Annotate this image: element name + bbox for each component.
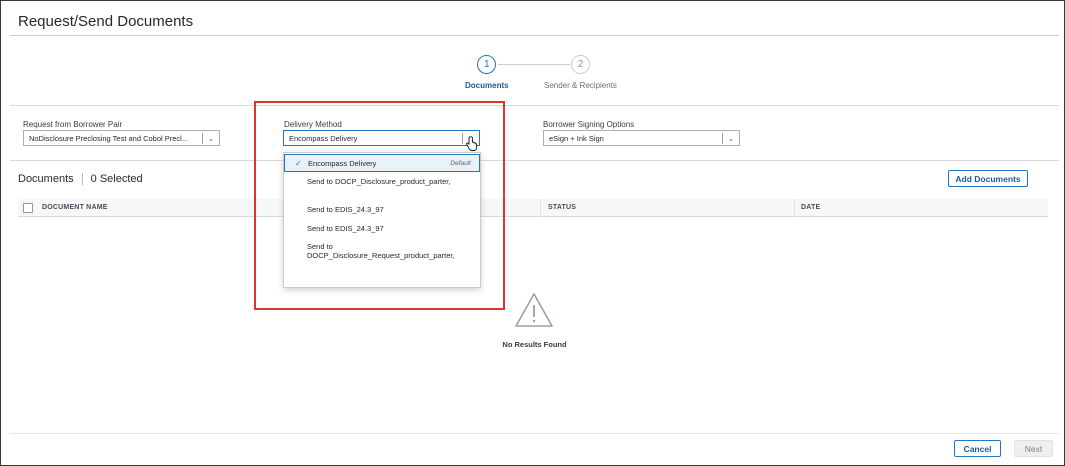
dropdown-option-edis-1[interactable]: Send to EDIS_24.3_97 (284, 205, 480, 214)
documents-title: Documents (18, 173, 74, 185)
check-icon: ✓ (295, 158, 302, 168)
empty-state-text: No Results Found (502, 340, 567, 349)
default-tag: Default (450, 159, 471, 167)
title-divider (10, 35, 1059, 36)
warning-icon (515, 293, 553, 327)
column-document-name[interactable]: DOCUMENT NAME (42, 204, 108, 211)
signing-options-label: Borrower Signing Options (543, 120, 635, 129)
step-label: Documents (465, 81, 509, 90)
step-label: Sender & Recipients (544, 81, 617, 90)
chevron-down-icon[interactable]: ⌄ (203, 134, 219, 143)
section-divider (10, 105, 1059, 106)
request-send-documents-modal: Request/Send Documents 1 Documents 2 Sen… (0, 0, 1065, 466)
borrower-pair-value: NoDisclosure Preclosing Test and Cobol P… (29, 133, 189, 143)
column-separator (540, 199, 541, 217)
footer-divider (10, 433, 1059, 434)
modal-title: Request/Send Documents (18, 13, 194, 30)
select-all-checkbox[interactable] (23, 203, 33, 213)
add-documents-button[interactable]: Add Documents (948, 170, 1028, 187)
dropdown-option-encompass-delivery[interactable]: ✓ Encompass Delivery Default (284, 154, 480, 172)
delivery-method-dropdown: ✓ Encompass Delivery Default Send to DOC… (283, 152, 481, 288)
step-number: 2 (570, 55, 590, 74)
chevron-down-icon[interactable]: ⌄ (723, 134, 739, 143)
cancel-button[interactable]: Cancel (954, 440, 1001, 457)
dropdown-option-docp-disclosure-request[interactable]: Send to DOCP_Disclosure_Request_product_… (284, 242, 474, 260)
documents-header: Documents 0 Selected (18, 173, 143, 185)
option-label: Encompass Delivery (308, 158, 377, 168)
signing-options-select[interactable]: eSign + Ink Sign ⌄ (543, 130, 740, 146)
column-separator (794, 199, 795, 217)
column-date[interactable]: DATE (801, 204, 820, 211)
column-status[interactable]: STATUS (548, 204, 576, 211)
dropdown-option-docp-disclosure[interactable]: Send to DOCP_Disclosure_product_parter, (284, 177, 464, 186)
dropdown-option-edis-2[interactable]: Send to EDIS_24.3_97 (284, 224, 480, 233)
step-sender-recipients[interactable]: 2 Sender & Recipients (544, 55, 617, 90)
header-separator (81, 173, 83, 185)
section-divider (10, 160, 1059, 161)
signing-options-value: eSign + Ink Sign (549, 133, 604, 143)
next-button[interactable]: Next (1014, 440, 1053, 457)
borrower-pair-select[interactable]: NoDisclosure Preclosing Test and Cobol P… (23, 130, 220, 146)
step-number: 1 (477, 55, 497, 74)
borrower-pair-label: Request from Borrower Pair (23, 120, 123, 129)
documents-table-header: DOCUMENT NAME STATUS DATE (18, 199, 1048, 217)
hand-pointer-icon (466, 136, 478, 151)
step-documents[interactable]: 1 Documents (465, 55, 509, 90)
selected-count: 0 Selected (90, 173, 143, 185)
